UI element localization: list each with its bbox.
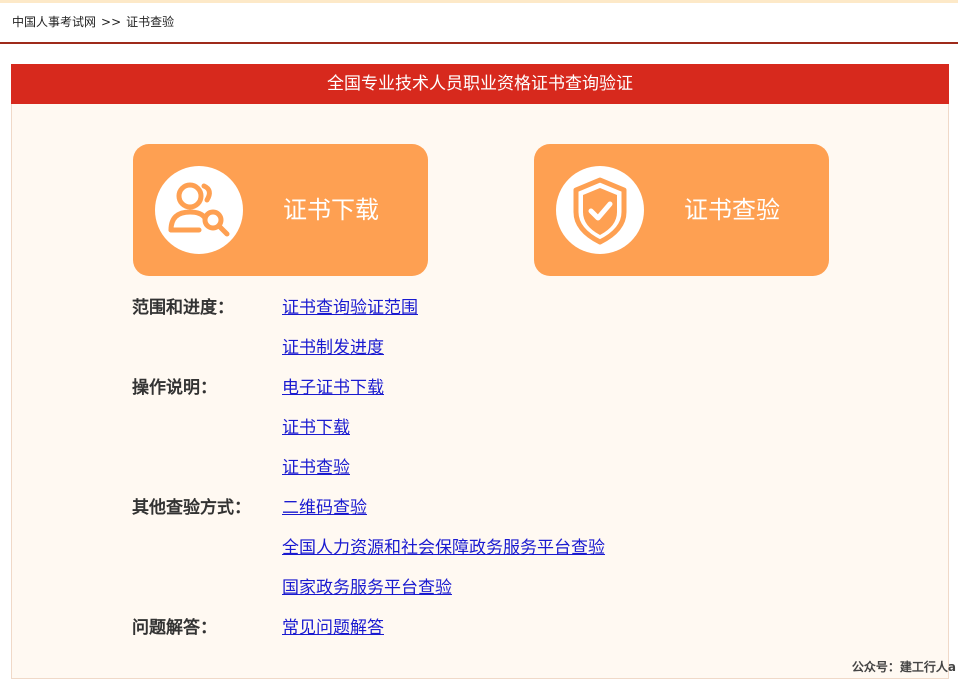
download-icon-circle	[155, 166, 243, 254]
breadcrumb-home-link[interactable]: 中国人事考试网	[12, 15, 96, 29]
header-divider	[0, 42, 958, 44]
link-hrss-platform-verify[interactable]: 全国人力资源和社会保障政务服务平台查验	[282, 533, 605, 558]
link-qrcode-verify[interactable]: 二维码查验	[282, 493, 367, 518]
verify-icon-circle	[556, 166, 644, 254]
section-label-other-methods: 其他查验方式：	[132, 498, 251, 518]
certificate-verify-label: 证书查验	[684, 196, 780, 224]
link-national-platform-verify[interactable]: 国家政务服务平台查验	[282, 573, 452, 598]
link-certificate-verify[interactable]: 证书查验	[282, 453, 350, 478]
top-accent-line	[0, 0, 958, 3]
shield-check-icon	[573, 177, 627, 245]
link-certificate-download[interactable]: 证书下载	[282, 413, 350, 438]
link-verification-scope[interactable]: 证书查询验证范围	[282, 293, 418, 318]
certificate-download-label: 证书下载	[283, 196, 379, 224]
section-label-instructions: 操作说明：	[132, 378, 217, 398]
link-issuance-progress[interactable]: 证书制发进度	[282, 333, 384, 358]
breadcrumb: 中国人事考试网 >> 证书查验	[12, 13, 174, 30]
breadcrumb-current: 证书查验	[126, 15, 175, 29]
user-search-icon	[168, 182, 230, 237]
link-e-certificate-download[interactable]: 电子证书下载	[282, 373, 384, 398]
section-label-scope: 范围和进度：	[132, 298, 234, 318]
certificate-verify-button[interactable]: 证书查验	[534, 144, 829, 276]
panel-title: 全国专业技术人员职业资格证书查询验证	[11, 64, 949, 104]
breadcrumb-separator: >>	[101, 15, 122, 29]
certificate-download-button[interactable]: 证书下载	[133, 144, 428, 276]
watermark-text: 公众号：建工行人a	[851, 660, 956, 674]
section-label-faq: 问题解答：	[132, 618, 217, 638]
link-faq[interactable]: 常见问题解答	[282, 613, 384, 638]
